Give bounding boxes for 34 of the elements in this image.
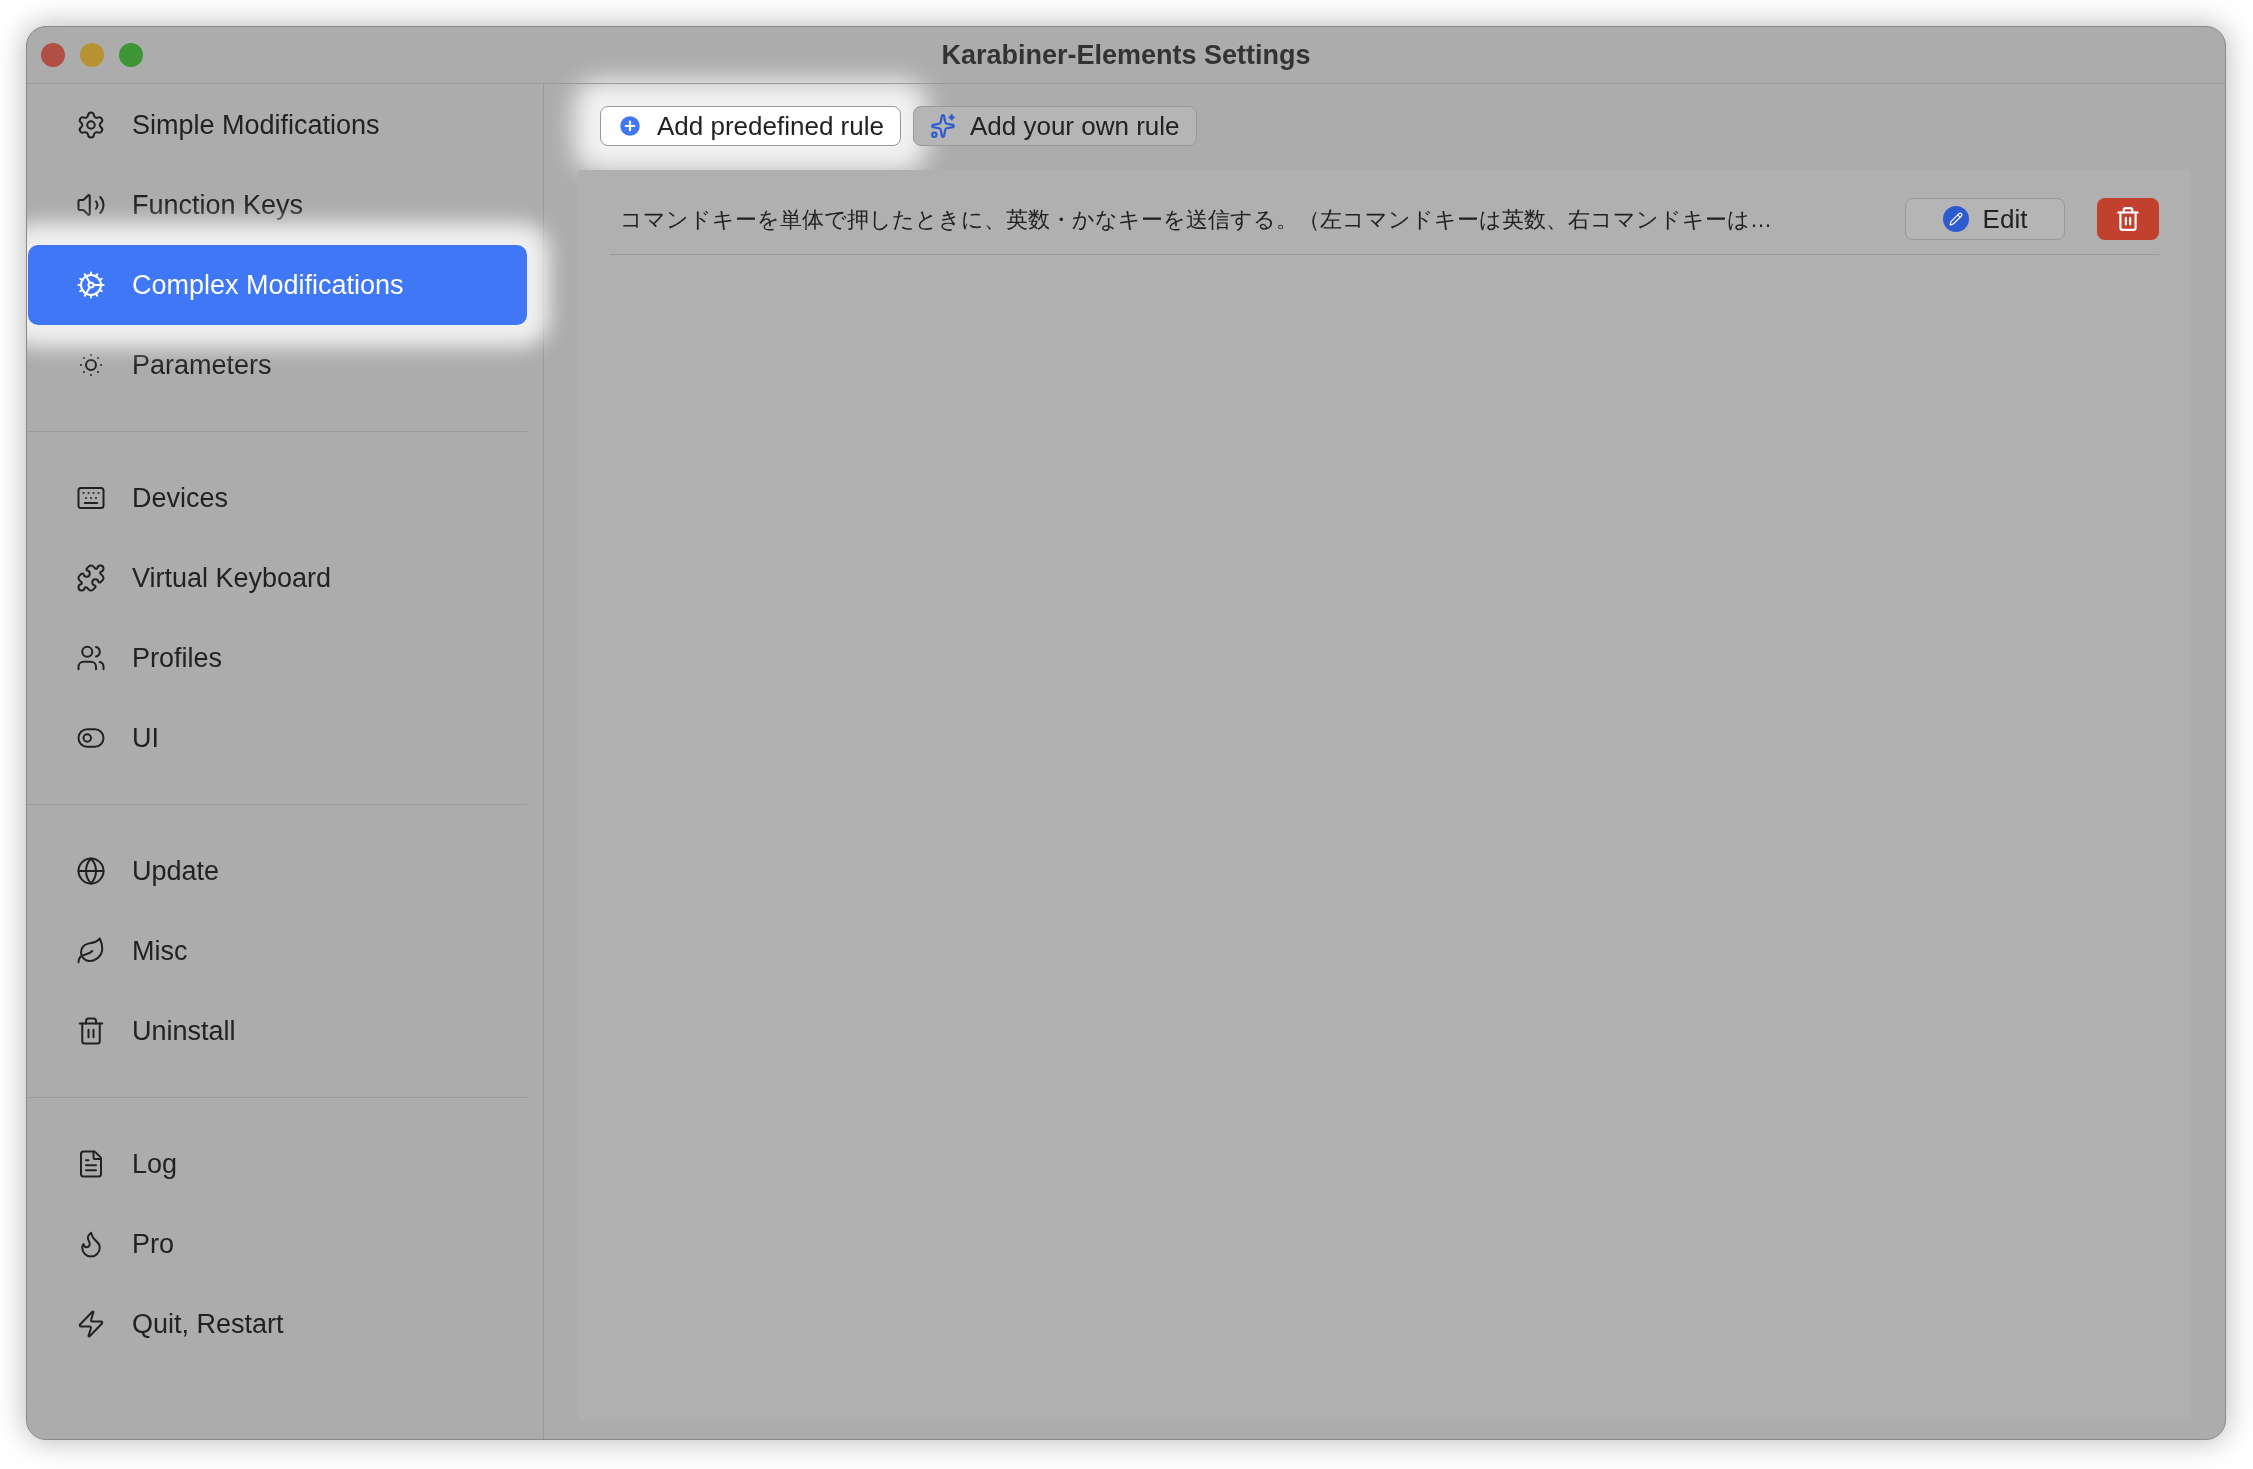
sidebar-item[interactable]: UI <box>28 698 527 778</box>
plus-icon <box>617 113 643 139</box>
sidebar-item[interactable]: Pro <box>28 1204 527 1284</box>
pencil-icon <box>1942 206 1969 232</box>
sidebar-item[interactable]: Parameters <box>28 325 527 405</box>
leaf-icon <box>76 936 106 966</box>
trash-icon <box>2115 206 2141 232</box>
sidebar-item[interactable]: Function Keys <box>28 165 527 245</box>
minimize-button[interactable] <box>80 43 104 67</box>
sidebar-item[interactable]: Log <box>28 1124 527 1204</box>
sidebar-item[interactable]: Devices <box>28 458 527 538</box>
close-button[interactable] <box>41 43 65 67</box>
sparkle-icon <box>929 113 956 139</box>
zoom-button[interactable] <box>119 43 143 67</box>
sidebar-item[interactable]: Misc <box>28 911 527 991</box>
toolbar-button[interactable]: Add predefined rule <box>600 106 901 146</box>
sidebar-item[interactable]: Profiles <box>28 618 527 698</box>
gear-icon <box>76 110 106 140</box>
sidebar-item[interactable]: Uninstall <box>28 991 527 1071</box>
window-title: Karabiner-Elements Settings <box>941 39 1311 73</box>
trash-icon <box>76 1016 106 1046</box>
sidebar-item[interactable]: Simple Modifications <box>28 85 527 165</box>
edit-button[interactable]: Edit <box>1905 198 2065 240</box>
delete-button[interactable] <box>2097 198 2159 240</box>
rule-description: コマンドキーを単体で押したときに、英数・かなキーを送信する。（左コマンドキーは英数、右コマンドキーは… <box>619 205 1773 234</box>
puzzle-icon <box>76 563 106 593</box>
sidebar-item[interactable]: Complex Modifications <box>28 245 527 325</box>
sidebar-item[interactable]: Update <box>28 831 527 911</box>
sidebar-item[interactable]: Virtual Keyboard <box>28 538 527 618</box>
bolt-icon <box>76 1309 106 1339</box>
globe-icon <box>76 856 106 886</box>
people-icon <box>76 643 106 673</box>
sidebar-item[interactable]: Quit, Restart <box>28 1284 527 1364</box>
toolbar-button[interactable]: Add your own rule <box>912 106 1197 146</box>
